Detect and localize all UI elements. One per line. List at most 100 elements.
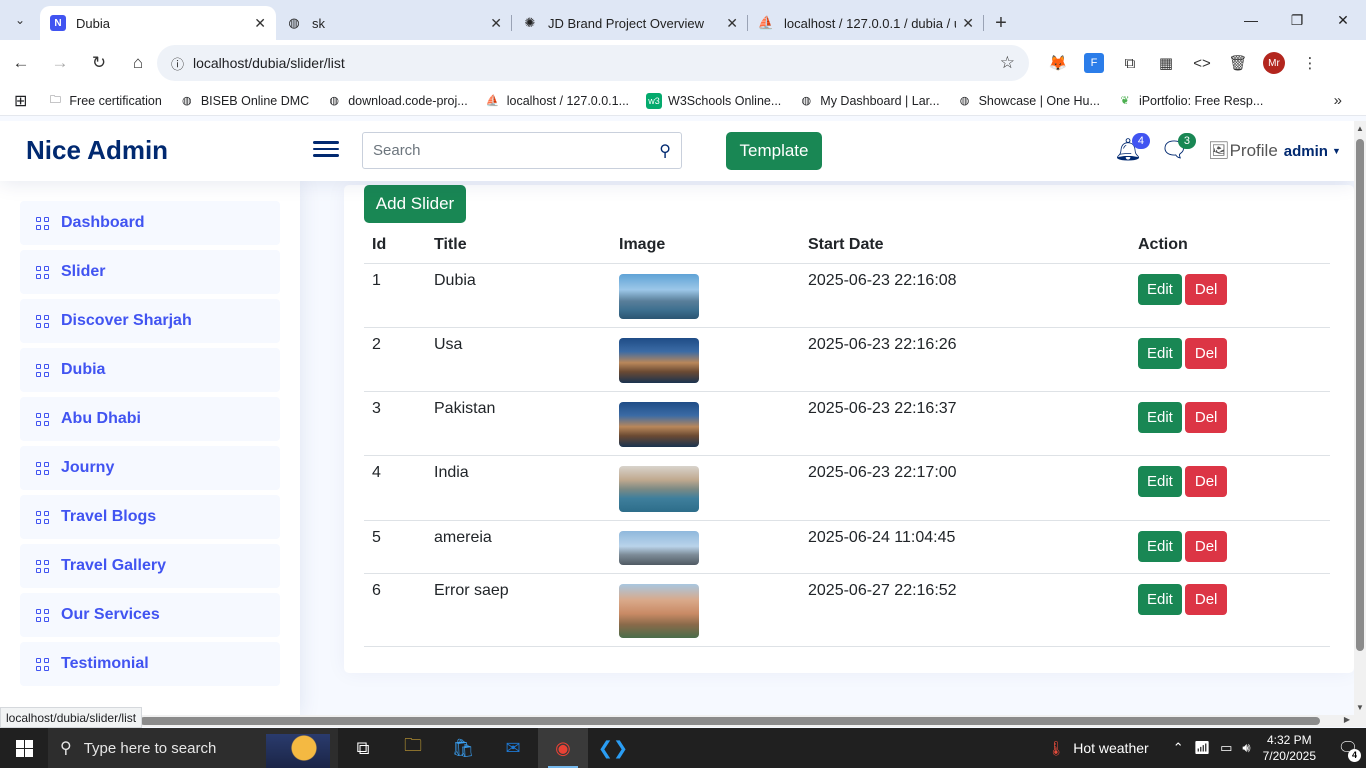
edit-button[interactable]: Edit <box>1138 273 1182 305</box>
horizontal-scrollbar[interactable]: ▶ <box>0 715 1366 727</box>
delete-button[interactable]: Del <box>1184 273 1228 305</box>
sidebar-item-abu-dhabi[interactable]: Abu Dhabi <box>20 397 280 441</box>
restore-icon[interactable]: ❐ <box>1274 0 1320 40</box>
outlook-icon[interactable]: ✉ <box>488 728 538 768</box>
show-hidden-icons-chevron-icon[interactable]: ⌃ <box>1173 740 1184 756</box>
delete-button[interactable]: Del <box>1184 583 1228 615</box>
grid-icon <box>36 608 49 622</box>
bookmark-w3schools[interactable]: w3 W3Schools Online... <box>646 92 781 109</box>
bookmark-label: localhost / 127.0.0.1... <box>506 93 630 108</box>
bookmark-star-icon[interactable]: ☆ <box>1000 53 1015 73</box>
close-window-icon[interactable]: ✕ <box>1320 0 1366 40</box>
notifications-bell-icon[interactable]: 🔔︎ 4 <box>1114 133 1150 163</box>
bookmark-phpmyadmin[interactable]: ⛵ localhost / 127.0.0.1... <box>485 93 629 109</box>
cell-actions: Edit Del <box>1130 520 1330 574</box>
back-arrow-icon[interactable]: ← <box>3 45 39 81</box>
table-row: 4 India 2025-06-23 22:17:00 Edit Del <box>364 455 1330 521</box>
weather-widget[interactable]: 🌡 Hot weather <box>1047 740 1148 757</box>
browser-tab-sk[interactable]: ◍ sk ✕ <box>276 6 512 40</box>
wifi-icon[interactable]: 📶︎ <box>1194 740 1211 756</box>
omnibox[interactable]: ⓘ localhost/dubia/slider/list ☆ <box>157 45 1029 81</box>
windows-start-icon[interactable] <box>0 728 48 768</box>
edit-button[interactable]: Edit <box>1138 583 1182 615</box>
search-icon[interactable]: ⚲ <box>659 141 671 161</box>
bookmark-showcase[interactable]: ◍ Showcase | One Hu... <box>957 93 1100 109</box>
cell-actions: Edit Del <box>1130 455 1330 521</box>
minimize-icon[interactable]: — <box>1228 0 1274 40</box>
add-slider-button[interactable]: Add Slider <box>364 185 466 223</box>
sidebar-item-our-services[interactable]: Our Services <box>20 593 280 637</box>
edit-button[interactable]: Edit <box>1138 337 1182 369</box>
browser-tab-dubia[interactable]: N Dubia ✕ <box>40 6 276 40</box>
chrome-icon[interactable]: ◉ <box>538 728 588 768</box>
forward-arrow-icon[interactable]: → <box>42 45 78 81</box>
bookmark-label: download.code-proj... <box>348 93 468 108</box>
delete-button[interactable]: Del <box>1184 401 1228 433</box>
taskbar-search-box[interactable]: ⚲ Type here to search <box>48 728 338 768</box>
messages-chat-icon[interactable]: 🗨 3 <box>1160 133 1196 163</box>
volume-icon[interactable]: 🔊︎ <box>1242 740 1250 756</box>
edit-button[interactable]: Edit <box>1138 401 1182 433</box>
bookmarks-overflow-chevron-icon[interactable]: » <box>1334 92 1342 109</box>
trash-icon[interactable]: 🗑 <box>1220 45 1256 81</box>
search-input[interactable] <box>373 142 660 159</box>
vertical-scrollbar[interactable]: ▲ ▼ <box>1354 121 1366 715</box>
file-explorer-icon[interactable]: 🗀 <box>388 728 438 768</box>
horizontal-scroll-thumb[interactable] <box>140 717 1320 725</box>
extensions-puzzle-icon[interactable]: ⧉ <box>1112 45 1148 81</box>
admin-app: Nice Admin ⚲ Template 🔔︎ 4 🗨 3 🖼︎Profile… <box>0 121 1354 715</box>
delete-button[interactable]: Del <box>1184 337 1228 369</box>
devtools-code-icon[interactable]: <> <box>1184 45 1220 81</box>
vertical-scroll-thumb[interactable] <box>1356 139 1364 651</box>
sidebar-item-journy[interactable]: Journy <box>20 446 280 490</box>
edit-button[interactable]: Edit <box>1138 465 1182 497</box>
scroll-down-arrow-icon[interactable]: ▼ <box>1356 703 1364 712</box>
profile-avatar[interactable]: Mr <box>1263 52 1285 74</box>
edit-button[interactable]: Edit <box>1138 530 1182 562</box>
sidebar-toggle-hamburger-icon[interactable] <box>313 137 339 163</box>
tab-close-icon[interactable]: ✕ <box>726 15 738 32</box>
tab-close-icon[interactable]: ✕ <box>490 15 502 32</box>
microsoft-store-icon[interactable]: 🛍 <box>438 728 488 768</box>
delete-button[interactable]: Del <box>1184 530 1228 562</box>
profile-dropdown[interactable]: 🖼︎Profile admin ▼ <box>1208 141 1341 161</box>
vscode-icon[interactable]: ❮❯ <box>588 728 638 768</box>
apps-grid-icon[interactable]: ⊞ <box>14 91 27 111</box>
sidepanel-icon[interactable]: ▦ <box>1148 45 1184 81</box>
sidebar-item-dashboard[interactable]: Dashboard <box>20 201 280 245</box>
browser-tab-jd-brand[interactable]: ✺ JD Brand Project Overview ✕ <box>512 6 748 40</box>
sidebar-item-travel-gallery[interactable]: Travel Gallery <box>20 544 280 588</box>
bookmark-code-projects[interactable]: ◍ download.code-proj... <box>326 93 468 109</box>
menu-kebab-icon[interactable]: ⋮ <box>1292 45 1328 81</box>
url-text[interactable]: localhost/dubia/slider/list <box>193 55 1000 71</box>
battery-icon[interactable]: ▭ <box>1220 740 1232 756</box>
taskbar-clock[interactable]: 4:32 PM 7/20/2025 <box>1263 732 1316 764</box>
metamask-extension-icon[interactable]: 🦊 <box>1040 45 1076 81</box>
app-logo[interactable]: Nice Admin <box>26 135 168 166</box>
scroll-right-arrow-icon[interactable]: ▶ <box>1344 715 1350 724</box>
bookmark-biseb[interactable]: ◍ BISEB Online DMC <box>179 93 309 109</box>
site-info-icon[interactable]: ⓘ <box>171 54 193 73</box>
delete-button[interactable]: Del <box>1184 465 1228 497</box>
sidebar-item-discover-sharjah[interactable]: Discover Sharjah <box>20 299 280 343</box>
tab-close-icon[interactable]: ✕ <box>962 15 974 32</box>
reload-icon[interactable]: ↻ <box>81 45 117 81</box>
sidebar-item-dubia[interactable]: Dubia <box>20 348 280 392</box>
bookmark-free-certification[interactable]: 🗀 Free certification <box>47 93 162 109</box>
formula-extension-icon[interactable]: F <box>1084 53 1104 73</box>
notification-center-icon[interactable]: 🗨 4 <box>1330 738 1366 762</box>
bookmark-iportfolio[interactable]: ❦ iPortfolio: Free Resp... <box>1117 93 1263 109</box>
scroll-up-arrow-icon[interactable]: ▲ <box>1356 124 1364 133</box>
sidebar-item-testimonial[interactable]: Testimonial <box>20 642 280 686</box>
sidebar-item-slider[interactable]: Slider <box>20 250 280 294</box>
browser-tab-phpmyadmin[interactable]: ⛵ localhost / 127.0.0.1 / dubia / u ✕ <box>748 6 984 40</box>
new-tab-plus-icon[interactable]: + <box>984 6 1018 40</box>
tab-search-chevron-icon[interactable]: ⌄ <box>0 0 40 40</box>
messages-badge: 3 <box>1177 133 1196 149</box>
sidebar-item-travel-blogs[interactable]: Travel Blogs <box>20 495 280 539</box>
bookmark-my-dashboard[interactable]: ◍ My Dashboard | Lar... <box>798 93 939 109</box>
template-button[interactable]: Template <box>726 132 822 170</box>
home-icon[interactable]: ⌂ <box>120 45 156 81</box>
task-view-icon[interactable]: ⧉ <box>338 728 388 768</box>
tab-close-icon[interactable]: ✕ <box>254 15 266 32</box>
